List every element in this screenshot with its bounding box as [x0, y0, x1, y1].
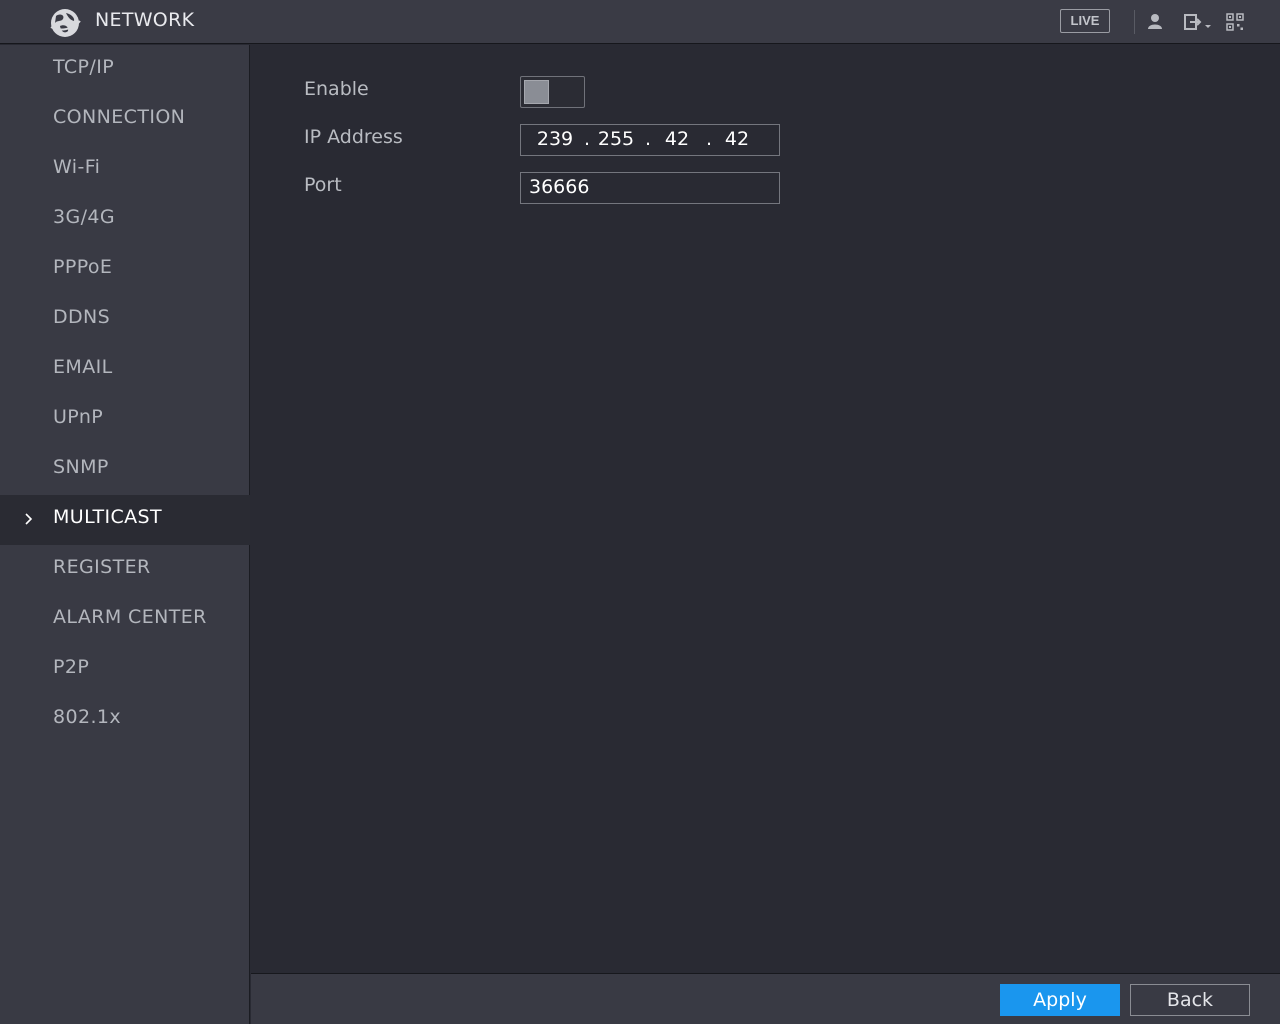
sidebar-item-connection[interactable]: CONNECTION: [0, 95, 250, 145]
sidebar-item-register[interactable]: REGISTER: [0, 545, 250, 595]
sidebar-item-pppoe[interactable]: PPPoE: [0, 245, 250, 295]
sidebar-item-snmp[interactable]: SNMP: [0, 445, 250, 495]
sidebar-item-label: PPPoE: [53, 256, 113, 278]
footer-bar: Apply Back: [251, 973, 1280, 1024]
ip-octet-3[interactable]: 42: [655, 128, 699, 150]
sidebar-item-label: SNMP: [53, 456, 109, 478]
sidebar-item-multicast[interactable]: MULTICAST: [0, 495, 250, 545]
ip-address-label: IP Address: [304, 126, 403, 148]
ip-dot-separator: .: [706, 128, 713, 150]
live-button[interactable]: LIVE: [1060, 9, 1110, 33]
sidebar-item-ddns[interactable]: DDNS: [0, 295, 250, 345]
main-content: Enable IP Address 239 . 255 . 42 . 42 Po…: [251, 45, 1280, 973]
sidebar-item-label: REGISTER: [53, 556, 151, 578]
page-title: NETWORK: [95, 9, 195, 31]
sidebar-item-label: Wi-Fi: [53, 156, 101, 178]
sidebar-item-upnp[interactable]: UPnP: [0, 395, 250, 445]
sidebar-item-email[interactable]: EMAIL: [0, 345, 250, 395]
ip-octet-1[interactable]: 239: [533, 128, 577, 150]
port-value: 36666: [529, 176, 590, 198]
sidebar: TCP/IP CONNECTION Wi-Fi 3G/4G PPPoE DDNS…: [0, 45, 250, 1024]
top-bar: NETWORK LIVE: [0, 0, 1280, 44]
enable-label: Enable: [304, 78, 369, 100]
sidebar-item-p2p[interactable]: P2P: [0, 645, 250, 695]
sidebar-item-tcp-ip[interactable]: TCP/IP: [0, 45, 250, 95]
apply-button[interactable]: Apply: [1000, 984, 1120, 1016]
globe-logo-icon: [50, 9, 81, 37]
ip-octet-4[interactable]: 42: [715, 128, 759, 150]
chevron-right-icon: [25, 513, 33, 525]
sidebar-item-alarm-center[interactable]: ALARM CENTER: [0, 595, 250, 645]
sidebar-item-label: CONNECTION: [53, 106, 186, 128]
sidebar-item-label: 3G/4G: [53, 206, 116, 228]
sidebar-item-label: UPnP: [53, 406, 104, 428]
sidebar-item-label: MULTICAST: [53, 506, 163, 528]
port-label: Port: [304, 174, 342, 196]
user-icon[interactable]: [1147, 12, 1163, 32]
sidebar-item-3g-4g[interactable]: 3G/4G: [0, 195, 250, 245]
qr-code-icon[interactable]: [1226, 12, 1244, 32]
ip-address-field[interactable]: 239 . 255 . 42 . 42: [520, 124, 780, 156]
ip-dot-separator: .: [584, 128, 591, 150]
sidebar-item-label: EMAIL: [53, 356, 113, 378]
sidebar-item-label: 802.1x: [53, 706, 122, 728]
sidebar-item-8021x[interactable]: 802.1x: [0, 695, 250, 745]
sidebar-item-label: P2P: [53, 656, 90, 678]
sidebar-item-label: TCP/IP: [53, 56, 115, 78]
enable-toggle[interactable]: [520, 76, 585, 108]
ip-dot-separator: .: [645, 128, 652, 150]
back-button[interactable]: Back: [1130, 984, 1250, 1016]
sidebar-item-wifi[interactable]: Wi-Fi: [0, 145, 250, 195]
topbar-divider: [1134, 10, 1135, 34]
toggle-knob: [524, 80, 549, 104]
port-input[interactable]: 36666: [520, 172, 780, 204]
sidebar-item-label: DDNS: [53, 306, 111, 328]
sidebar-item-label: ALARM CENTER: [53, 606, 207, 628]
ip-octet-2[interactable]: 255: [594, 128, 638, 150]
logout-icon[interactable]: [1183, 12, 1215, 32]
